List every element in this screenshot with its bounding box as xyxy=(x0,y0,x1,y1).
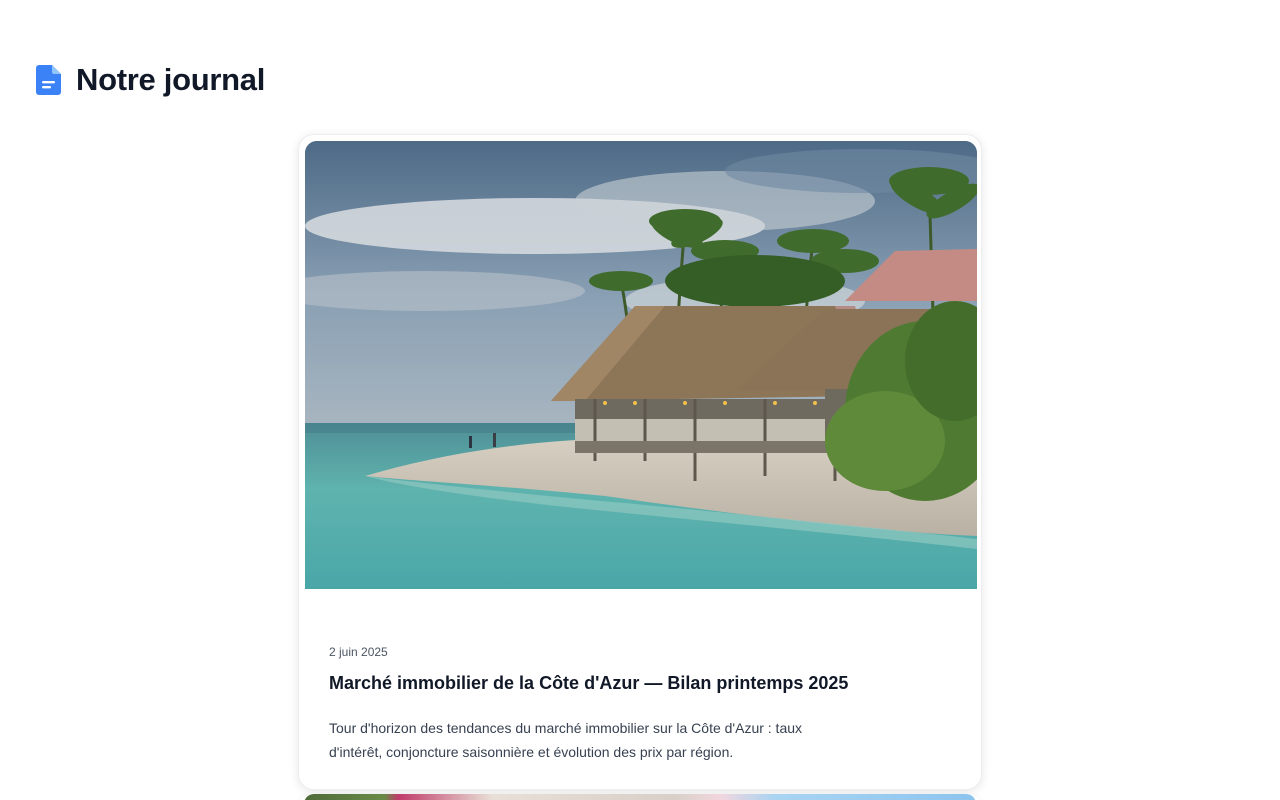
post-image[interactable] xyxy=(305,141,977,589)
page-header: Notre journal xyxy=(36,62,265,98)
document-icon xyxy=(36,65,62,95)
post-body: 2 juin 2025 Marché immobilier de la Côte… xyxy=(329,645,951,764)
post-image-next[interactable] xyxy=(304,794,976,800)
page-title: Notre journal xyxy=(76,62,266,97)
post-title-link[interactable]: Marché immobilier de la Côte d'Azur — Bi… xyxy=(329,673,951,694)
post-card-next[interactable] xyxy=(298,794,982,800)
post-excerpt: Tour d'horizon des tendances du marché i… xyxy=(329,720,803,760)
journal-page: Notre journal 2 juin 2025 Marché immobil… xyxy=(0,0,1280,800)
post-card[interactable]: 2 juin 2025 Marché immobilier de la Côte… xyxy=(298,134,982,790)
post-date: 2 juin 2025 xyxy=(329,645,388,659)
